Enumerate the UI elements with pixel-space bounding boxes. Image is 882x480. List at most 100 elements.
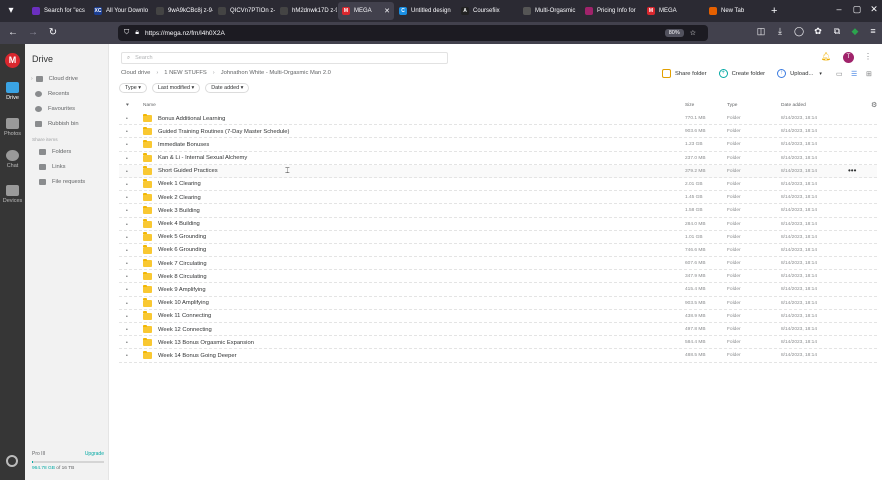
favourite-dot-icon[interactable]: • bbox=[126, 182, 128, 188]
browser-tab[interactable]: M MEGA bbox=[643, 2, 704, 20]
filter-date-added[interactable]: Date added ▾ bbox=[205, 83, 250, 93]
downloads-icon[interactable]: ⤓ bbox=[773, 26, 787, 37]
table-row[interactable]: • Week 7 Circulating 607.6 MB Folder 8/14/20… bbox=[119, 257, 877, 271]
search-input[interactable]: ⌕ Search bbox=[121, 52, 448, 64]
favourite-dot-icon[interactable]: • bbox=[126, 169, 128, 175]
reload-icon[interactable]: ↻ bbox=[46, 26, 60, 40]
favourite-dot-icon[interactable]: • bbox=[126, 353, 128, 359]
chevron-right-icon[interactable]: › bbox=[31, 76, 33, 82]
menu-icon[interactable]: ≡ bbox=[866, 26, 880, 36]
create-folder-button[interactable]: + Create folder bbox=[718, 69, 765, 78]
transfers-icon[interactable] bbox=[6, 455, 18, 467]
breadcrumb-item[interactable]: 1 NEW STUFFS bbox=[164, 70, 207, 76]
table-row[interactable]: • Bonus Additional Learning 770.1 MB Folder… bbox=[119, 112, 877, 126]
browser-tab[interactable]: New Tab bbox=[705, 2, 766, 20]
favourite-dot-icon[interactable]: • bbox=[126, 129, 128, 135]
adblock-icon[interactable]: ◆ bbox=[848, 26, 862, 37]
favourite-column-icon[interactable]: ♥ bbox=[126, 103, 129, 108]
table-row[interactable]: • Week 10 Amplifying 903.5 MB Folder 8/14/20… bbox=[119, 297, 877, 310]
filter-last-modified[interactable]: Last modified ▾ bbox=[151, 83, 201, 93]
pocket-icon[interactable]: ◫ bbox=[754, 26, 768, 37]
browser-tab[interactable]: Pricing Info for bbox=[581, 2, 642, 20]
table-row[interactable]: • Week 12 Connecting 497.8 MB Folder 8/14/20… bbox=[119, 323, 877, 337]
favourite-dot-icon[interactable]: • bbox=[126, 208, 128, 214]
lock-icon[interactable]: 🔒︎ bbox=[135, 29, 139, 37]
more-menu-icon[interactable]: ⋮ bbox=[864, 52, 872, 61]
share-folder-button[interactable]: Share folder bbox=[662, 69, 707, 78]
sidebar-item-links[interactable]: Links bbox=[39, 164, 66, 170]
account-icon[interactable]: ◯ bbox=[792, 26, 806, 37]
forward-icon[interactable]: → bbox=[26, 26, 40, 40]
favourite-dot-icon[interactable]: • bbox=[126, 195, 128, 201]
rail-drive[interactable]: Drive bbox=[0, 82, 25, 101]
row-more-icon[interactable]: ••• bbox=[848, 166, 856, 175]
column-date-added[interactable]: Date added bbox=[781, 103, 806, 108]
favourite-dot-icon[interactable]: • bbox=[126, 327, 128, 333]
address-bar[interactable]: ⛉ 🔒︎ https://mega.nz/fm/l4h0X2A 80% ☆ bbox=[118, 25, 708, 41]
browser-tab[interactable]: Search for "ecs bbox=[28, 2, 89, 20]
favourite-dot-icon[interactable]: • bbox=[126, 261, 128, 267]
favourite-dot-icon[interactable]: • bbox=[126, 222, 128, 228]
browser-tab[interactable]: A Coursefiix bbox=[457, 2, 518, 20]
table-row[interactable]: • Week 9 Amplifying 415.4 MB Folder 8/14/202… bbox=[119, 283, 877, 297]
browser-tab[interactable]: 9wA9kCBc8j z-9-y bbox=[152, 2, 213, 20]
chevron-down-icon[interactable]: ▾ bbox=[819, 71, 822, 77]
extension-icon[interactable]: ✿ bbox=[811, 26, 825, 37]
back-icon[interactable]: ← bbox=[6, 26, 20, 40]
new-tab-icon[interactable]: + bbox=[771, 5, 777, 17]
shield-icon[interactable]: ⛉ bbox=[124, 29, 129, 37]
table-row[interactable]: • Week 6 Grounding 746.6 MB Folder 8/14/2023… bbox=[119, 244, 877, 258]
filter-type[interactable]: Type ▾ bbox=[119, 83, 147, 93]
favourite-dot-icon[interactable]: • bbox=[126, 340, 128, 346]
avatar[interactable]: T bbox=[843, 52, 854, 63]
browser-tab[interactable]: hM2dnwk17D z-9-y bbox=[276, 2, 337, 20]
table-row[interactable]: • Week 11 Connecting 438.9 MB Folder 8/14/20… bbox=[119, 310, 877, 323]
column-size[interactable]: Size bbox=[685, 103, 694, 108]
sidebar-item-favourites[interactable]: Favourites bbox=[35, 106, 75, 112]
rail-photos[interactable]: Photos bbox=[0, 118, 25, 137]
favourite-dot-icon[interactable]: • bbox=[126, 116, 128, 122]
table-row[interactable]: • Short Guided Practices 379.2 MB Folder 8/1… bbox=[119, 164, 877, 178]
favourite-dot-icon[interactable]: • bbox=[126, 248, 128, 254]
list-view-icon[interactable]: ☰ bbox=[851, 70, 857, 78]
upload-button[interactable]: ↑ Upload... ▾ bbox=[777, 69, 822, 78]
grid-view-icon[interactable]: ⊞ bbox=[866, 70, 872, 78]
sidebar-item-folders[interactable]: Folders bbox=[39, 149, 71, 155]
minimize-icon[interactable]: – bbox=[832, 4, 846, 14]
favourite-dot-icon[interactable]: • bbox=[126, 301, 128, 307]
column-type[interactable]: Type bbox=[727, 103, 737, 108]
close-tab-icon[interactable]: ✕ bbox=[381, 7, 390, 15]
favourite-dot-icon[interactable]: • bbox=[126, 142, 128, 148]
column-settings-icon[interactable]: ⚙ bbox=[871, 101, 877, 109]
table-row[interactable]: • Week 13 Bonus Orgasmic Expansion 584.4 M… bbox=[119, 336, 877, 350]
extensions-puzzle-icon[interactable]: ⧉ bbox=[830, 26, 844, 37]
table-row[interactable]: • Week 4 Building 284.0 MB Folder 8/14/2023,… bbox=[119, 218, 877, 231]
sidebar-item-recents[interactable]: Recents bbox=[35, 91, 69, 97]
tab-list-icon[interactable]: ▾ bbox=[4, 4, 18, 18]
table-row[interactable]: • Week 14 Bonus Going Deeper 488.5 MB Folde… bbox=[119, 349, 877, 363]
favourite-dot-icon[interactable]: • bbox=[126, 287, 128, 293]
notification-bell-icon[interactable]: 🔔︎ bbox=[821, 52, 831, 61]
browser-tab[interactable]: QICVn7PTIOn z-9-y bbox=[214, 2, 275, 20]
browser-tab[interactable]: XC All Your Downlo bbox=[90, 2, 151, 20]
browser-tab[interactable]: C Untitled design bbox=[395, 2, 456, 20]
table-row[interactable]: • Kan & Li - Internal Sexual Alchemy 237.0… bbox=[119, 152, 877, 165]
rail-chat[interactable]: Chat bbox=[0, 150, 25, 169]
breadcrumb-item[interactable]: Cloud drive bbox=[121, 70, 150, 76]
browser-tab[interactable]: Multi-Orgasmic bbox=[519, 2, 580, 20]
favourite-dot-icon[interactable]: • bbox=[126, 274, 128, 280]
favourite-dot-icon[interactable]: • bbox=[126, 156, 128, 162]
favourite-dot-icon[interactable]: • bbox=[126, 314, 128, 320]
table-row[interactable]: • Week 2 Clearing 1.45 GB Folder 8/14/2023, … bbox=[119, 191, 877, 205]
sidebar-item-rubbish-bin[interactable]: Rubbish bin bbox=[35, 121, 79, 127]
table-row[interactable]: • Week 3 Building 1.58 GB Folder 8/14/2023, … bbox=[119, 204, 877, 218]
table-row[interactable]: • Guided Training Routines (7-Day Master … bbox=[119, 125, 877, 139]
favourite-dot-icon[interactable]: • bbox=[126, 235, 128, 241]
column-name[interactable]: Name bbox=[143, 103, 156, 108]
maximize-icon[interactable]: ▢ bbox=[850, 4, 864, 15]
sidebar-item-cloud-drive[interactable]: › Cloud drive bbox=[31, 76, 78, 82]
upgrade-link[interactable]: Upgrade bbox=[85, 451, 104, 457]
bookmark-star-icon[interactable]: ☆ bbox=[690, 29, 696, 37]
table-row[interactable]: • Week 8 Circulating 347.9 MB Folder 8/14/20… bbox=[119, 270, 877, 284]
table-row[interactable]: • Immediate Bonuses 1.23 GB Folder 8/14/2023… bbox=[119, 138, 877, 152]
